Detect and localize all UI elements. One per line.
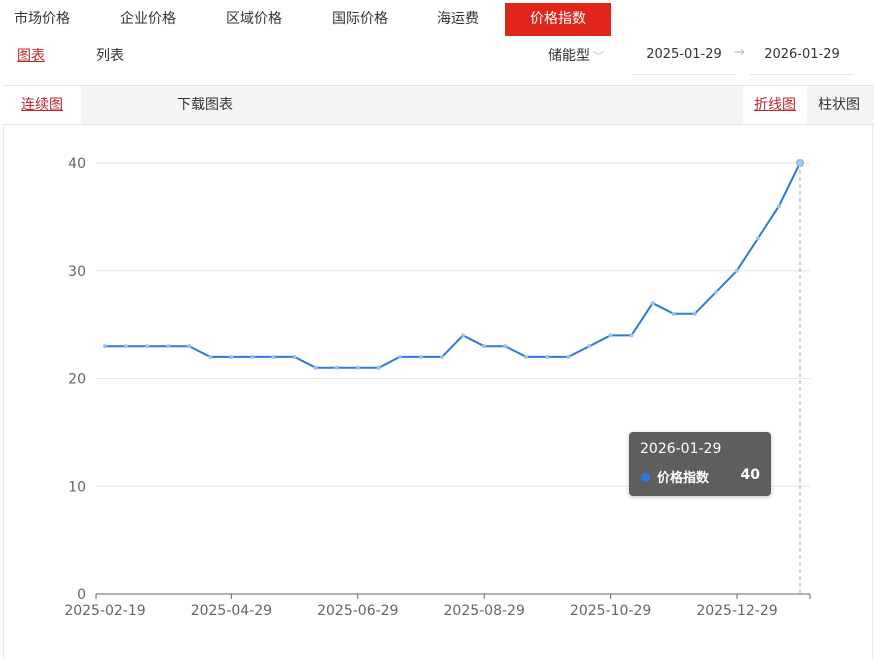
tooltip-date: 2026-01-29 bbox=[640, 441, 722, 457]
data-point bbox=[692, 311, 697, 316]
data-point bbox=[755, 236, 760, 241]
y-tick-label: 40 bbox=[68, 156, 86, 172]
series-marker-icon bbox=[641, 473, 650, 482]
x-tick-label: 2025-08-29 bbox=[444, 603, 525, 619]
y-tick-label: 10 bbox=[68, 479, 86, 495]
data-point bbox=[145, 344, 150, 349]
data-point bbox=[482, 344, 487, 349]
data-point bbox=[566, 354, 571, 359]
data-point bbox=[503, 344, 508, 349]
data-point bbox=[418, 354, 423, 359]
data-point bbox=[776, 204, 781, 209]
chart-tooltip: 2026-01-29 价格指数 40 bbox=[629, 432, 771, 496]
y-tick-label: 0 bbox=[77, 587, 86, 603]
data-point bbox=[103, 344, 107, 349]
data-point bbox=[587, 344, 592, 349]
data-point bbox=[208, 354, 213, 359]
data-point bbox=[650, 301, 655, 306]
data-point bbox=[187, 344, 192, 349]
price-index-line-chart: 0 10 20 30 40 2025-02-19 2025-04-29 2025-06-29 2… bbox=[64, 156, 811, 619]
data-point bbox=[229, 354, 234, 359]
data-point bbox=[608, 333, 613, 338]
x-tick-label: 2025-02-19 bbox=[64, 603, 145, 619]
data-point bbox=[250, 354, 255, 359]
y-tick-label: 30 bbox=[68, 264, 86, 280]
y-tick-label: 20 bbox=[68, 372, 86, 388]
data-point bbox=[671, 311, 676, 316]
x-tick-label: 2025-06-29 bbox=[317, 603, 398, 619]
data-point bbox=[734, 268, 739, 273]
data-point bbox=[313, 365, 318, 370]
data-point bbox=[461, 333, 466, 338]
data-point bbox=[629, 333, 634, 338]
tooltip-series-name: 价格指数 bbox=[657, 471, 710, 486]
tooltip-value: 40 bbox=[740, 467, 760, 483]
data-point bbox=[355, 365, 360, 370]
data-point bbox=[376, 365, 381, 370]
data-point bbox=[166, 344, 171, 349]
data-point bbox=[124, 344, 129, 349]
data-point bbox=[439, 354, 444, 359]
data-point bbox=[292, 354, 297, 359]
x-tick-label: 2025-04-29 bbox=[191, 603, 272, 619]
x-tick-label: 2025-10-29 bbox=[570, 603, 651, 619]
data-point bbox=[713, 290, 718, 295]
data-point bbox=[545, 354, 550, 359]
x-tick-label: 2025-12-29 bbox=[696, 603, 777, 619]
series-line bbox=[105, 162, 801, 369]
data-point bbox=[334, 365, 339, 370]
data-point bbox=[271, 354, 276, 359]
data-point bbox=[796, 159, 804, 167]
data-point bbox=[524, 354, 529, 359]
data-point bbox=[397, 354, 402, 359]
